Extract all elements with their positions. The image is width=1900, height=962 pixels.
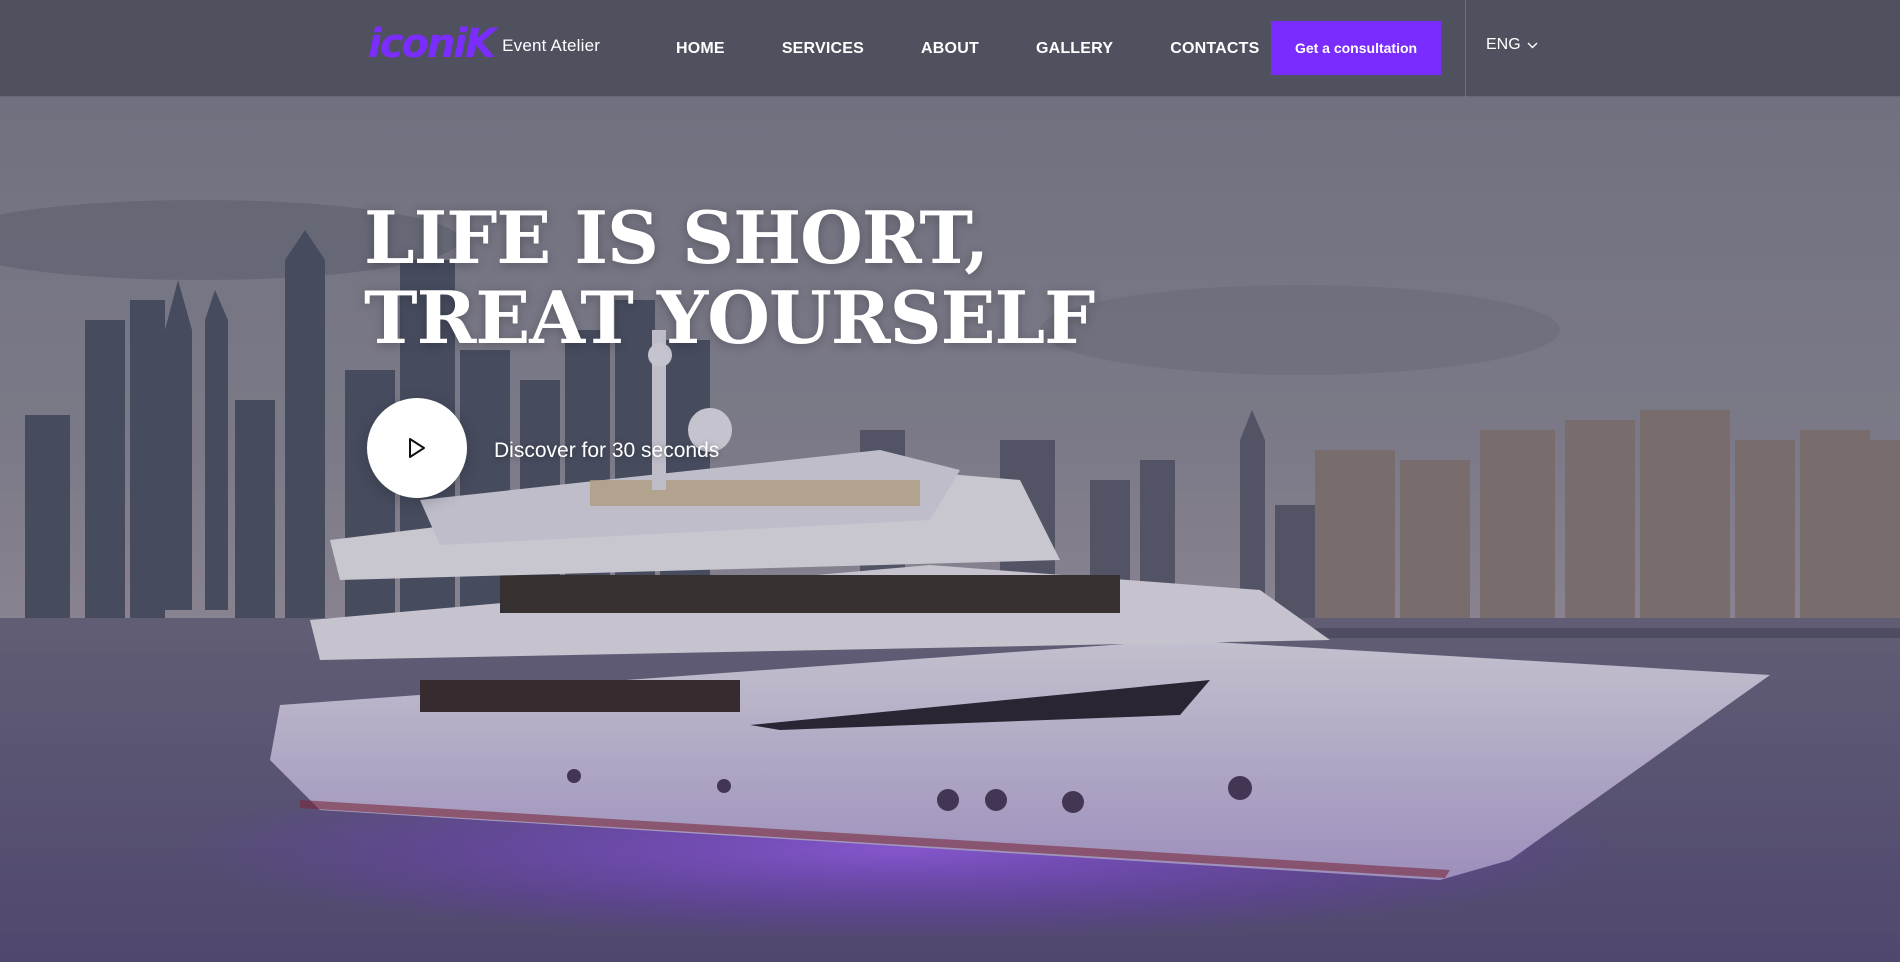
nav-item-home[interactable]: HOME: [676, 40, 725, 58]
headline-line-2: TREAT YOURSELF: [364, 275, 1095, 360]
headline-line-1: LIFE IS SHORT,: [364, 195, 989, 280]
header-divider: [1465, 0, 1466, 97]
play-icon: [409, 438, 425, 458]
main-nav: HOME SERVICES ABOUT GALLERY CONTACTS: [676, 0, 1260, 97]
get-consultation-button[interactable]: Get a consultation: [1271, 21, 1441, 75]
nav-item-gallery[interactable]: GALLERY: [1036, 40, 1113, 58]
nav-item-about[interactable]: ABOUT: [921, 40, 979, 58]
logo[interactable]: iconiK Event Atelier: [368, 24, 600, 68]
nav-item-contacts[interactable]: CONTACTS: [1170, 40, 1259, 58]
hero-background: [0, 0, 1900, 962]
logo-subtitle: Event Atelier: [502, 36, 601, 55]
chevron-down-icon: [1527, 42, 1538, 48]
language-selector[interactable]: ENG: [1486, 36, 1538, 54]
language-label: ENG: [1486, 36, 1521, 53]
logo-mark: iconiK: [368, 21, 496, 67]
video-label[interactable]: Discover for 30 seconds: [494, 439, 719, 463]
nav-item-services[interactable]: SERVICES: [782, 40, 864, 58]
hero-headline: LIFE IS SHORT, TREAT YOURSELF: [364, 195, 1095, 360]
site-header: iconiK Event Atelier HOME SERVICES ABOUT…: [0, 0, 1900, 97]
play-video-button[interactable]: [367, 398, 467, 498]
